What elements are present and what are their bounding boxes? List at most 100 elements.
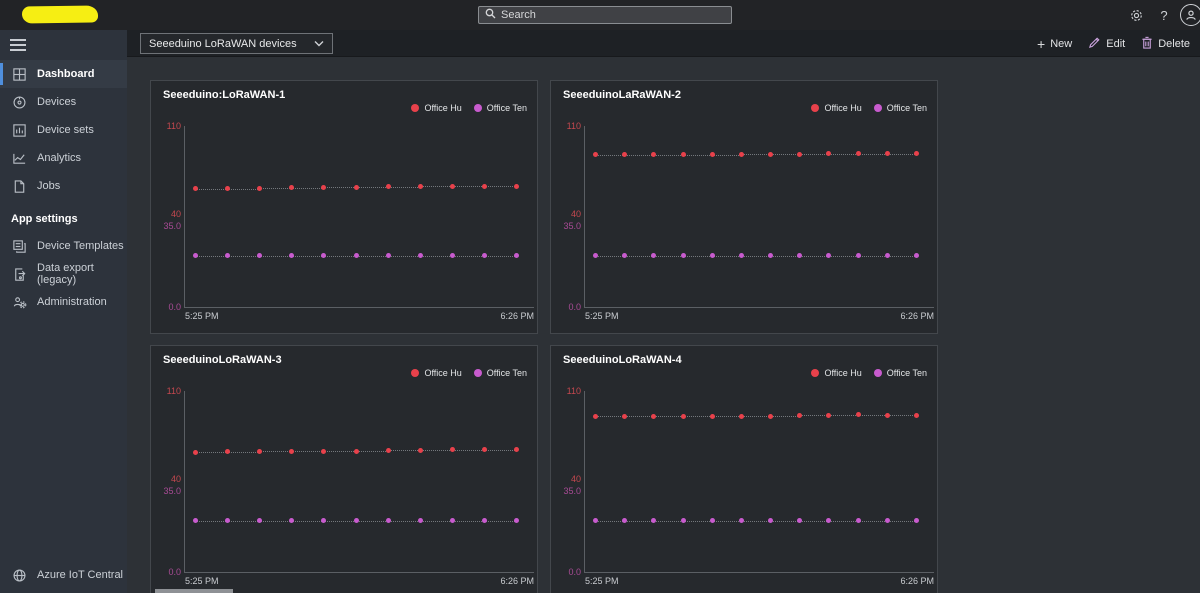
series-connector-line	[292, 256, 324, 257]
data-point	[885, 413, 890, 418]
legend-label: Office Hu	[824, 103, 861, 113]
data-point	[739, 414, 744, 419]
series-connector-line	[452, 521, 484, 522]
series-connector-line	[292, 188, 324, 189]
legend-dot-temperature	[874, 369, 882, 377]
series-connector-line	[452, 256, 484, 257]
chart-plot-area: 110 40 35.0 0.0 5:25 PM 6:26 PM	[584, 391, 934, 573]
series-connector-line	[324, 187, 356, 188]
delete-button-label: Delete	[1158, 38, 1190, 50]
series-connector-line	[484, 256, 516, 257]
series-connector-line	[195, 521, 227, 522]
new-button[interactable]: + New	[1037, 37, 1072, 51]
data-point	[914, 518, 919, 523]
data-point	[797, 152, 802, 157]
sidebar-item-azure-iot-central[interactable]: Azure IoT Central	[0, 561, 127, 589]
data-point	[514, 184, 519, 189]
data-point	[622, 518, 627, 523]
sidebar-item-device-templates[interactable]: Device Templates	[0, 232, 127, 260]
series-connector-line	[771, 256, 800, 257]
x-axis-tick: 5:25 PM	[185, 576, 219, 586]
chart-legend: Office Hu Office Ten	[811, 368, 927, 378]
new-button-label: New	[1050, 38, 1072, 50]
series-connector-line	[829, 521, 858, 522]
sidebar-item-data-export[interactable]: Data export (legacy)	[0, 260, 127, 288]
data-point	[289, 253, 294, 258]
data-point	[418, 184, 423, 189]
data-point	[418, 448, 423, 453]
series-connector-line	[741, 521, 770, 522]
data-point	[193, 253, 198, 258]
delete-button[interactable]: Delete	[1141, 36, 1190, 52]
data-point	[768, 152, 773, 157]
legend-item-humidity: Office Hu	[411, 103, 461, 113]
sidebar-item-device-sets[interactable]: Device sets	[0, 116, 127, 144]
data-point	[651, 518, 656, 523]
series-connector-line	[887, 521, 916, 522]
data-point	[225, 253, 230, 258]
device-templates-icon	[11, 238, 27, 254]
search-input[interactable]: Search	[478, 6, 732, 24]
x-axis-tick: 6:26 PM	[900, 576, 934, 586]
chart-legend: Office Hu Office Ten	[411, 368, 527, 378]
series-connector-line	[356, 451, 388, 452]
legend-dot-humidity	[411, 369, 419, 377]
series-connector-line	[800, 415, 829, 416]
sidebar-item-dashboard[interactable]: Dashboard	[0, 60, 127, 88]
chart-card-lorawan-2[interactable]: SeeeduinoLaRaWAN-2 Office Hu Office Ten …	[550, 80, 938, 334]
y-axis-tick: 110	[167, 121, 185, 131]
series-connector-line	[654, 416, 683, 417]
horizontal-scrollbar[interactable]	[155, 589, 233, 593]
data-point	[289, 518, 294, 523]
series-connector-line	[712, 416, 741, 417]
series-connector-line	[484, 186, 516, 187]
series-connector-line	[228, 189, 260, 190]
sidebar-item-administration[interactable]: Administration	[0, 288, 127, 316]
series-connector-line	[292, 451, 324, 452]
data-point	[710, 414, 715, 419]
y-axis-tick: 40	[571, 474, 585, 484]
series-connector-line	[771, 154, 800, 155]
help-icon[interactable]: ?	[1152, 0, 1176, 30]
legend-dot-humidity	[811, 104, 819, 112]
series-connector-line	[595, 256, 624, 257]
data-point	[321, 449, 326, 454]
series-connector-line	[625, 155, 654, 156]
series-connector-line	[324, 256, 356, 257]
x-axis-tick: 6:26 PM	[900, 311, 934, 321]
series-connector-line	[741, 256, 770, 257]
data-point	[450, 253, 455, 258]
data-point	[514, 447, 519, 452]
series-connector-line	[858, 256, 887, 257]
series-connector-line	[195, 452, 227, 453]
legend-dot-humidity	[411, 104, 419, 112]
legend-item-humidity: Office Hu	[811, 368, 861, 378]
device-set-dropdown[interactable]: Seeeduino LoRaWAN devices	[140, 33, 333, 54]
hamburger-menu-icon[interactable]	[0, 30, 127, 60]
avatar[interactable]	[1178, 0, 1200, 30]
legend-label: Office Ten	[887, 368, 927, 378]
chart-card-lorawan-4[interactable]: SeeeduinoLoRaWAN-4 Office Hu Office Ten …	[550, 345, 938, 593]
data-point	[257, 518, 262, 523]
legend-dot-temperature	[474, 369, 482, 377]
series-connector-line	[356, 521, 388, 522]
series-connector-line	[683, 256, 712, 257]
data-point	[514, 253, 519, 258]
y-axis-tick: 0.0	[168, 567, 185, 577]
chart-title: SeeeduinoLoRaWAN-4	[563, 354, 682, 366]
sidebar-item-analytics[interactable]: Analytics	[0, 144, 127, 172]
chart-card-lorawan-3[interactable]: SeeeduinoLoRaWAN-3 Office Hu Office Ten …	[150, 345, 538, 593]
data-point	[225, 449, 230, 454]
data-point	[450, 184, 455, 189]
sidebar-item-jobs[interactable]: Jobs	[0, 172, 127, 200]
chart-card-lorawan-1[interactable]: Seeeduino:LoRaWAN-1 Office Hu Office Ten…	[150, 80, 538, 334]
data-point	[710, 518, 715, 523]
sidebar-item-devices[interactable]: Devices	[0, 88, 127, 116]
edit-button[interactable]: Edit	[1088, 36, 1125, 52]
data-point	[739, 518, 744, 523]
data-point	[856, 412, 861, 417]
settings-gear-icon[interactable]	[1122, 0, 1150, 30]
series-connector-line	[712, 155, 741, 156]
data-point	[768, 253, 773, 258]
data-point	[651, 414, 656, 419]
